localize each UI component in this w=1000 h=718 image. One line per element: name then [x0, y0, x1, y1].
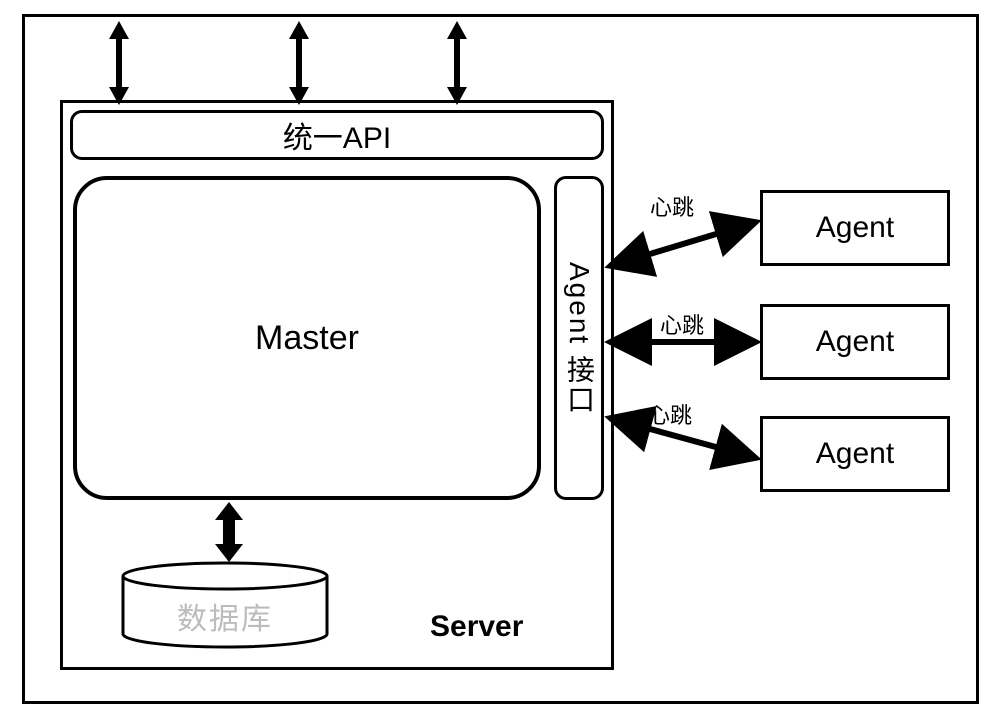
unified-api-box: 统一API: [70, 110, 604, 160]
heartbeat-arrow-icon: [604, 332, 762, 352]
unified-api-label: 统一API: [283, 113, 391, 157]
agent-interface-label: Agent 接口: [559, 262, 599, 415]
database-label: 数据库: [120, 594, 330, 638]
top-arrow-icon: [109, 21, 129, 105]
server-label: Server: [430, 610, 523, 644]
agent-box: Agent: [760, 190, 950, 266]
top-arrow-icon: [447, 21, 467, 105]
agent-label: Agent: [816, 211, 894, 245]
agent-label: Agent: [816, 325, 894, 359]
agent-interface-box: Agent 接口: [554, 176, 604, 500]
database-cylinder: 数据库: [120, 560, 330, 650]
master-db-arrow-icon: [213, 502, 245, 562]
master-label: Master: [255, 319, 359, 358]
heartbeat-arrow-icon: [604, 212, 762, 272]
agent-box: Agent: [760, 416, 950, 492]
heartbeat-arrow-icon: [604, 410, 762, 470]
master-box: Master: [73, 176, 541, 500]
top-arrow-icon: [289, 21, 309, 105]
agent-label: Agent: [816, 437, 894, 471]
agent-box: Agent: [760, 304, 950, 380]
